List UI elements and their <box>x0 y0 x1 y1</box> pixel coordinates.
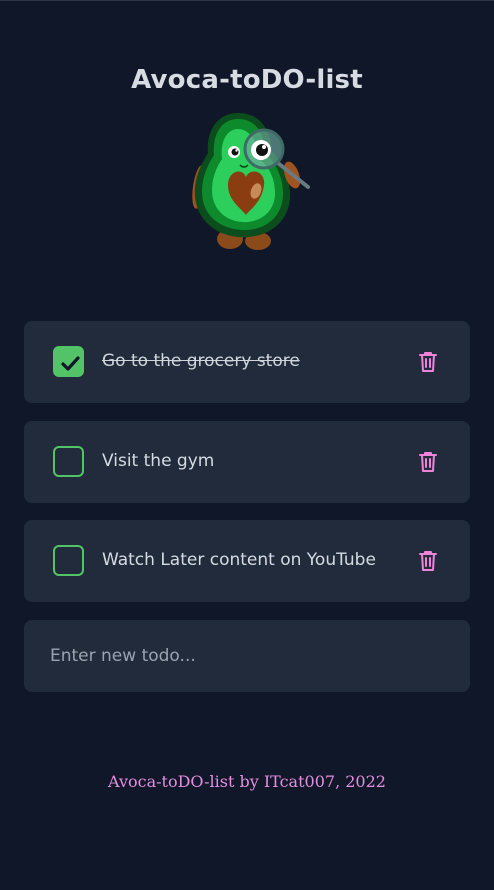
todo-checkbox[interactable] <box>53 446 84 477</box>
footer-credit: Avoca-toDO-list by ITcat007, 2022 <box>108 772 386 791</box>
todo-label: Go to the grocery store <box>102 351 300 371</box>
trash-icon[interactable] <box>417 350 439 374</box>
todo-label: Visit the gym <box>102 451 215 471</box>
todo-item: Go to the grocery store <box>24 321 470 403</box>
todo-item: Watch Later content on YouTube <box>24 520 470 602</box>
trash-icon[interactable] <box>417 450 439 474</box>
new-todo-input[interactable] <box>24 620 470 692</box>
check-icon <box>61 356 80 371</box>
todo-app: Avoca-toDO-list Go to the grocery store … <box>0 0 494 890</box>
avocado-mascot-icon <box>192 113 310 250</box>
todo-item: Visit the gym <box>24 421 470 503</box>
todo-checkbox[interactable] <box>53 545 84 576</box>
todo-checkbox-checked[interactable] <box>53 346 84 377</box>
todo-label: Watch Later content on YouTube <box>102 550 376 570</box>
trash-icon[interactable] <box>417 549 439 573</box>
app-title: Avoca-toDO-list <box>131 65 363 95</box>
